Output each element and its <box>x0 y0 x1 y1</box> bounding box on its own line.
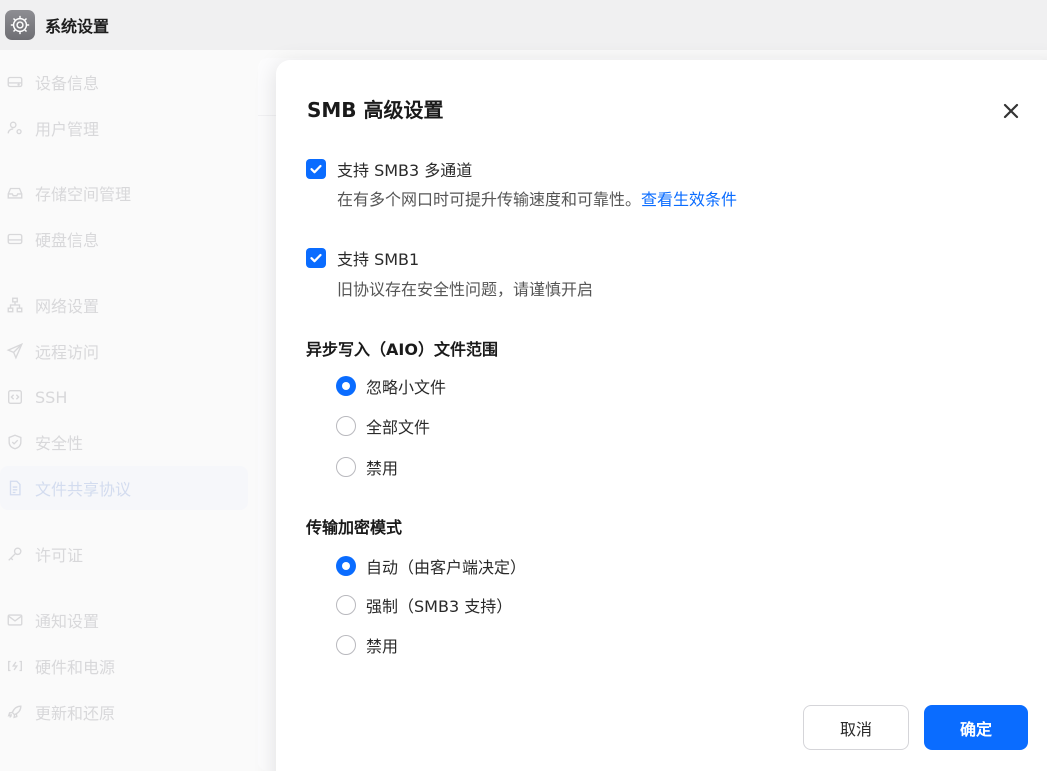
smb1-option[interactable]: 支持 SMB1 <box>306 246 419 270</box>
radio-label: 强制（SMB3 支持） <box>366 597 513 616</box>
radio-button[interactable] <box>336 635 356 655</box>
radio-label: 禁用 <box>366 459 399 478</box>
radio-button-selected[interactable] <box>336 556 356 576</box>
view-conditions-link[interactable]: 查看生效条件 <box>641 190 737 209</box>
close-icon <box>1003 103 1019 119</box>
smb3-multichannel-label: 支持 SMB3 多通道 <box>337 161 473 180</box>
smb1-checkbox[interactable] <box>306 248 326 268</box>
smb-advanced-settings-dialog: SMB 高级设置 支持 SMB3 多通道 在有多个网口时可提升传输速度和可靠性。… <box>276 60 1047 771</box>
aio-option-ignore-small[interactable]: 忽略小文件 <box>336 374 446 398</box>
description-text: 在有多个网口时可提升传输速度和可靠性。 <box>337 190 642 209</box>
cancel-button[interactable]: 取消 <box>803 705 909 750</box>
radio-label: 自动（由客户端决定） <box>366 558 527 577</box>
app-title: 系统设置 <box>45 17 110 36</box>
smb1-description: 旧协议存在安全性问题，请谨慎开启 <box>337 280 594 299</box>
encryption-option-force[interactable]: 强制（SMB3 支持） <box>336 593 512 617</box>
smb1-label: 支持 SMB1 <box>337 250 420 269</box>
title-bar: 系统设置 <box>0 0 1047 50</box>
close-button[interactable] <box>996 96 1026 126</box>
radio-label: 全部文件 <box>366 418 431 437</box>
radio-button[interactable] <box>336 595 356 615</box>
gear-icon <box>5 10 35 40</box>
checkmark-icon <box>310 253 322 263</box>
smb3-multichannel-checkbox[interactable] <box>306 159 326 179</box>
radio-button-selected[interactable] <box>336 376 356 396</box>
encryption-option-auto[interactable]: 自动（由客户端决定） <box>336 554 526 578</box>
dialog-title: SMB 高级设置 <box>307 98 444 122</box>
radio-button[interactable] <box>336 457 356 477</box>
smb3-multichannel-option[interactable]: 支持 SMB3 多通道 <box>306 157 472 181</box>
aio-option-all-files[interactable]: 全部文件 <box>336 414 430 438</box>
aio-section-title: 异步写入（AIO）文件范围 <box>306 340 498 359</box>
encryption-section-title: 传输加密模式 <box>306 518 403 537</box>
aio-option-disabled[interactable]: 禁用 <box>336 455 398 479</box>
radio-label: 忽略小文件 <box>366 378 447 397</box>
confirm-button[interactable]: 确定 <box>924 705 1028 750</box>
app-window: 系统设置 设备信息 用户管理 存储空间管理 硬盘信息 网络设置 远程访问 SSH… <box>0 0 1047 771</box>
radio-label: 禁用 <box>366 637 399 656</box>
encryption-option-disabled[interactable]: 禁用 <box>336 633 398 657</box>
radio-button[interactable] <box>336 416 356 436</box>
checkmark-icon <box>310 164 322 174</box>
smb3-multichannel-description: 在有多个网口时可提升传输速度和可靠性。查看生效条件 <box>337 186 737 210</box>
